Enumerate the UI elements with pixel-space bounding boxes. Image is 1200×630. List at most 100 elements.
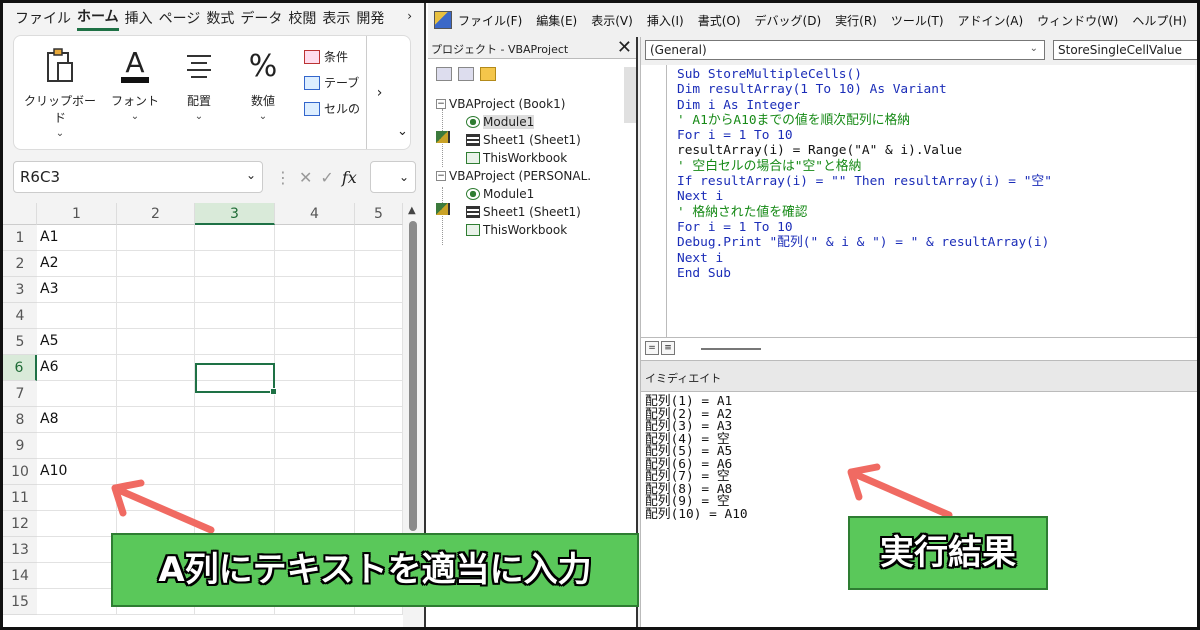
grid-cell[interactable] [355, 329, 403, 355]
more-icon[interactable]: ⋮ [275, 168, 291, 187]
row-header[interactable]: 13 [3, 537, 37, 563]
ribbon-tab[interactable]: データ [240, 8, 282, 28]
code-line[interactable]: resultArray(i) = Range("A" & i).Value [677, 143, 1052, 158]
grid-cell[interactable] [117, 355, 195, 381]
grid-cell[interactable] [355, 277, 403, 303]
code-text[interactable]: Sub StoreMultipleCells() Dim resultArray(… [677, 67, 1052, 281]
code-line[interactable]: ' 格納された値を確認 [677, 205, 1052, 220]
procedure-view-icon[interactable]: = [645, 341, 659, 355]
column-header[interactable]: 4 [275, 203, 355, 225]
row-header[interactable]: 5 [3, 329, 37, 355]
grid-cell[interactable] [275, 329, 355, 355]
menu-item[interactable]: ウィンドウ(W) [1037, 12, 1118, 29]
ribbon-tab[interactable]: ページ [159, 8, 201, 28]
menu-item[interactable]: 実行(R) [835, 12, 877, 29]
tree-sheet1[interactable]: Sheet1 (Sheet1) [466, 133, 581, 147]
ribbon-tab[interactable]: ファイル [15, 8, 71, 28]
grid-cell[interactable] [117, 277, 195, 303]
column-header[interactable]: 5 [355, 203, 403, 225]
grid-cell[interactable] [195, 433, 275, 459]
menu-item[interactable]: ファイル(F) [458, 12, 522, 29]
column-header[interactable]: 2 [117, 203, 195, 225]
collapse-icon[interactable]: − [436, 99, 446, 109]
code-line[interactable]: ' A1からA10までの値を順次配列に格納 [677, 113, 1052, 128]
grid-cell[interactable]: A2 [37, 251, 117, 277]
grid-cell[interactable] [275, 459, 355, 485]
ribbon-tabs-scroll-button[interactable]: › [407, 9, 412, 23]
grid-cell[interactable] [275, 355, 355, 381]
code-line[interactable]: Next i [677, 189, 1052, 204]
grid-cell[interactable]: A3 [37, 277, 117, 303]
grid-cell[interactable] [195, 407, 275, 433]
code-line[interactable]: Next i [677, 251, 1052, 266]
grid-cell[interactable] [275, 277, 355, 303]
grid-cell[interactable] [37, 381, 117, 407]
grid-cell[interactable] [37, 303, 117, 329]
select-all-corner[interactable] [3, 203, 37, 225]
row-header[interactable]: 12 [3, 511, 37, 537]
ribbon-tab[interactable]: 数式 [206, 8, 234, 28]
grid-cell[interactable] [275, 433, 355, 459]
grid-cell[interactable] [355, 381, 403, 407]
menu-item[interactable]: 挿入(I) [647, 12, 684, 29]
cell-styles-button[interactable]: セルの [304, 96, 360, 122]
horizontal-scrollbar[interactable] [701, 348, 761, 350]
grid-cell[interactable] [355, 433, 403, 459]
row-header[interactable]: 2 [3, 251, 37, 277]
ribbon-tab[interactable]: 校閲 [288, 8, 316, 28]
grid-cell[interactable] [355, 251, 403, 277]
conditional-format-button[interactable]: 条件 [304, 44, 360, 70]
column-header[interactable]: 3 [195, 203, 275, 225]
grid-cell[interactable] [275, 251, 355, 277]
code-vertical-scrollbar[interactable] [1195, 65, 1197, 337]
grid-cell[interactable]: A1 [37, 225, 117, 251]
grid-cell[interactable] [355, 355, 403, 381]
grid-cell[interactable] [117, 225, 195, 251]
code-line[interactable]: Debug.Print "配列(" & i & ") = " & resultA… [677, 235, 1052, 250]
menu-item[interactable]: デバッグ(D) [755, 12, 822, 29]
tree-sheet1-personal[interactable]: Sheet1 (Sheet1) [466, 205, 581, 219]
grid-cell[interactable] [117, 251, 195, 277]
chevron-down-icon[interactable]: ⌄ [246, 168, 256, 182]
code-line[interactable]: For i = 1 To 10 [677, 128, 1052, 143]
view-code-icon[interactable] [436, 67, 452, 81]
grid-cell[interactable] [117, 407, 195, 433]
immediate-output[interactable]: 配列(1) = A1 配列(2) = A2 配列(3) = A3 配列(4) = 空配… [645, 395, 748, 521]
row-header[interactable]: 7 [3, 381, 37, 407]
ribbon-collapse-icon[interactable]: ⌄ [397, 124, 408, 139]
grid-cell[interactable] [275, 407, 355, 433]
alignment-group[interactable]: 配置 ⌄ [174, 42, 224, 122]
procedure-combo[interactable]: StoreSingleCellValue [1053, 40, 1197, 60]
row-header[interactable]: 1 [3, 225, 37, 251]
grid-cell[interactable] [117, 303, 195, 329]
grid-cell[interactable]: A5 [37, 329, 117, 355]
format-as-table-button[interactable]: テーブ [304, 70, 360, 96]
grid-cell[interactable] [195, 251, 275, 277]
grid-cell[interactable] [117, 329, 195, 355]
code-line[interactable]: ' 空白セルの場合は"空"と格納 [677, 159, 1052, 174]
grid-cell[interactable]: A8 [37, 407, 117, 433]
full-module-view-icon[interactable]: ≡ [661, 341, 675, 355]
grid-cell[interactable] [355, 407, 403, 433]
grid-cell[interactable] [355, 459, 403, 485]
row-header[interactable]: 8 [3, 407, 37, 433]
grid-cell[interactable] [195, 277, 275, 303]
row-header[interactable]: 11 [3, 485, 37, 511]
column-header[interactable]: 1 [37, 203, 117, 225]
grid-cell[interactable] [275, 381, 355, 407]
grid-cell[interactable] [117, 433, 195, 459]
scrollbar-thumb[interactable] [409, 221, 417, 531]
menu-item[interactable]: 書式(O) [698, 12, 741, 29]
grid-cell[interactable] [37, 589, 117, 615]
grid-cell[interactable] [275, 303, 355, 329]
code-line[interactable]: If resultArray(i) = "" Then resultArray(… [677, 174, 1052, 189]
cancel-icon[interactable]: ✕ [299, 168, 312, 187]
name-box[interactable]: R6C3 ⌄ [13, 161, 263, 193]
enter-icon[interactable]: ✓ [320, 168, 333, 187]
row-header[interactable]: 14 [3, 563, 37, 589]
grid-cell[interactable] [117, 381, 195, 407]
object-combo[interactable]: (General) ⌄ [645, 40, 1045, 60]
view-object-icon[interactable] [458, 67, 474, 81]
code-line[interactable]: End Sub [677, 266, 1052, 281]
grid-cell[interactable] [275, 225, 355, 251]
